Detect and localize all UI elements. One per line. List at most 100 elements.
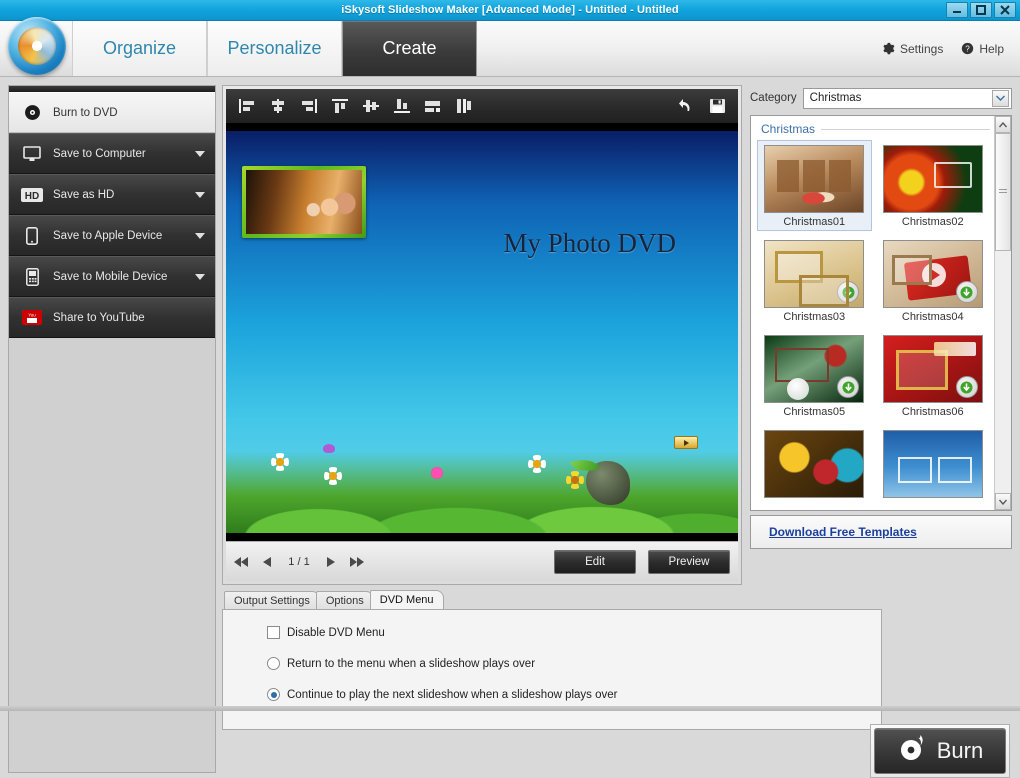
template-item-christmas06[interactable]: Christmas06 xyxy=(876,330,991,421)
dvd-menu-tab-content: Disable DVD Menu Return to the menu when… xyxy=(222,609,882,730)
align-left-icon[interactable] xyxy=(236,95,258,117)
chevron-down-icon[interactable] xyxy=(195,232,205,239)
scrollbar-grip-icon xyxy=(999,189,1007,195)
tab-options[interactable]: Options xyxy=(315,591,374,609)
template-item-partial-8[interactable] xyxy=(876,425,991,501)
dvd-menu-canvas[interactable]: My Photo DVD xyxy=(226,123,738,541)
template-scrollbar[interactable] xyxy=(994,116,1011,510)
chevron-down-icon[interactable] xyxy=(992,89,1009,107)
last-frame-button[interactable] xyxy=(348,556,364,568)
align-center-vertical-icon[interactable] xyxy=(360,95,382,117)
sidebar-item-save-to-apple-device[interactable]: Save to Apple Device xyxy=(9,215,215,256)
return-to-menu-radio[interactable] xyxy=(267,657,280,670)
sidebar-item-label: Save to Apple Device xyxy=(53,229,163,242)
maximize-button[interactable] xyxy=(970,2,992,18)
category-row: Category Christmas xyxy=(750,85,1012,111)
return-to-menu-row[interactable]: Return to the menu when a slideshow play… xyxy=(267,657,881,670)
template-item-christmas04[interactable]: Christmas04 xyxy=(876,235,991,326)
settings-tab-strip: Output Settings Options DVD Menu xyxy=(222,590,882,609)
tab-organize[interactable]: Organize xyxy=(72,21,207,76)
template-thumbnail xyxy=(764,145,865,213)
align-top-icon[interactable] xyxy=(329,95,351,117)
align-bottom-icon[interactable] xyxy=(391,95,413,117)
settings-label: Settings xyxy=(899,41,944,56)
settings-button[interactable]: Settings xyxy=(882,42,943,56)
scrollbar-thumb[interactable] xyxy=(995,133,1011,251)
template-item-partial-7[interactable] xyxy=(757,425,872,501)
svg-text:?: ? xyxy=(966,44,971,53)
template-item-christmas01[interactable]: Christmas01 xyxy=(757,140,872,231)
template-name: Christmas04 xyxy=(901,311,964,323)
download-badge-icon[interactable] xyxy=(837,376,860,398)
disable-dvd-menu-label: Disable DVD Menu xyxy=(287,626,385,639)
template-item-christmas03[interactable]: Christmas03 xyxy=(757,235,872,326)
burn-button-container: Burn xyxy=(870,724,1010,778)
sidebar-item-save-to-computer[interactable]: Save to Computer xyxy=(9,133,215,174)
download-badge-icon[interactable] xyxy=(955,281,978,303)
template-thumbnail xyxy=(882,335,983,403)
tab-personalize[interactable]: Personalize xyxy=(207,21,342,76)
close-button[interactable] xyxy=(994,2,1016,18)
template-list-box: Christmas Christmas01 Christmas02 Christ… xyxy=(750,115,1012,511)
category-value: Christmas xyxy=(809,92,862,104)
help-button[interactable]: ? Help xyxy=(961,42,1004,56)
chevron-down-icon[interactable] xyxy=(195,150,205,157)
scroll-up-button[interactable] xyxy=(995,116,1011,133)
gear-icon xyxy=(883,42,895,55)
distribute-horizontal-icon[interactable] xyxy=(422,95,444,117)
download-free-templates-link[interactable]: Download Free Templates xyxy=(769,525,917,539)
template-item-christmas02[interactable]: Christmas02 xyxy=(876,140,991,231)
scroll-down-button[interactable] xyxy=(995,493,1011,510)
play-badge-icon xyxy=(921,263,946,287)
previous-button[interactable] xyxy=(262,556,272,568)
distribute-vertical-icon[interactable] xyxy=(453,95,475,117)
continue-play-radio[interactable] xyxy=(267,688,280,701)
burn-button[interactable]: Burn xyxy=(874,728,1006,774)
sidebar-item-burn-to-dvd[interactable]: Burn to DVD xyxy=(9,92,215,133)
hd-icon: HD xyxy=(19,184,45,206)
first-frame-button[interactable] xyxy=(234,556,250,568)
iskysoft-logo-icon xyxy=(8,17,66,75)
monitor-icon xyxy=(19,143,45,165)
disable-dvd-menu-row[interactable]: Disable DVD Menu xyxy=(267,626,881,639)
tab-personalize-label: Personalize xyxy=(227,38,322,58)
next-button[interactable] xyxy=(326,556,336,568)
download-badge-icon[interactable] xyxy=(955,376,978,398)
template-scroll-area[interactable]: Christmas Christmas01 Christmas02 Christ… xyxy=(751,116,994,510)
chevron-down-icon[interactable] xyxy=(195,273,205,280)
tab-organize-label: Organize xyxy=(102,38,177,58)
continue-play-label: Continue to play the next slideshow when… xyxy=(287,688,618,701)
download-badge-icon[interactable] xyxy=(837,281,860,303)
sidebar-item-save-to-mobile-device[interactable]: Save to Mobile Device xyxy=(9,256,215,297)
canvas-photo-thumbnail[interactable] xyxy=(242,166,366,238)
category-label: Category xyxy=(750,92,797,104)
continue-play-row[interactable]: Continue to play the next slideshow when… xyxy=(267,688,881,701)
undo-icon[interactable] xyxy=(675,95,697,117)
align-right-icon[interactable] xyxy=(298,95,320,117)
template-group-header: Christmas xyxy=(757,122,990,140)
header-actions: Settings ? Help xyxy=(882,21,1020,76)
download-templates-bar: Download Free Templates xyxy=(750,515,1012,549)
sidebar-item-share-to-youtube[interactable]: You Share to YouTube xyxy=(9,297,215,338)
disable-dvd-menu-checkbox[interactable] xyxy=(267,626,280,639)
tab-create[interactable]: Create xyxy=(342,21,477,76)
minimize-button[interactable] xyxy=(946,2,968,18)
align-center-horizontal-icon[interactable] xyxy=(267,95,289,117)
edit-button[interactable]: Edit xyxy=(554,549,636,574)
category-select[interactable]: Christmas xyxy=(802,87,1012,109)
app-logo xyxy=(0,17,72,76)
preview-button[interactable]: Preview xyxy=(648,549,730,574)
scrollbar-track[interactable] xyxy=(995,133,1011,493)
tab-output-settings[interactable]: Output Settings xyxy=(224,591,320,609)
sidebar-item-save-as-hd[interactable]: HD Save as HD xyxy=(9,174,215,215)
help-label: Help xyxy=(979,41,1004,56)
template-item-christmas05[interactable]: Christmas05 xyxy=(757,330,872,421)
save-icon[interactable] xyxy=(706,95,728,117)
sidebar-item-label: Share to YouTube xyxy=(53,311,145,324)
tab-dvd-menu[interactable]: DVD Menu xyxy=(369,590,444,609)
window-title: iSkysoft Slideshow Maker [Advanced Mode]… xyxy=(341,4,679,16)
canvas-play-button-decoration[interactable] xyxy=(674,436,698,449)
burn-button-label: Burn xyxy=(936,738,984,763)
chevron-down-icon[interactable] xyxy=(195,191,205,198)
canvas-dvd-title[interactable]: My Photo DVD xyxy=(503,228,676,259)
